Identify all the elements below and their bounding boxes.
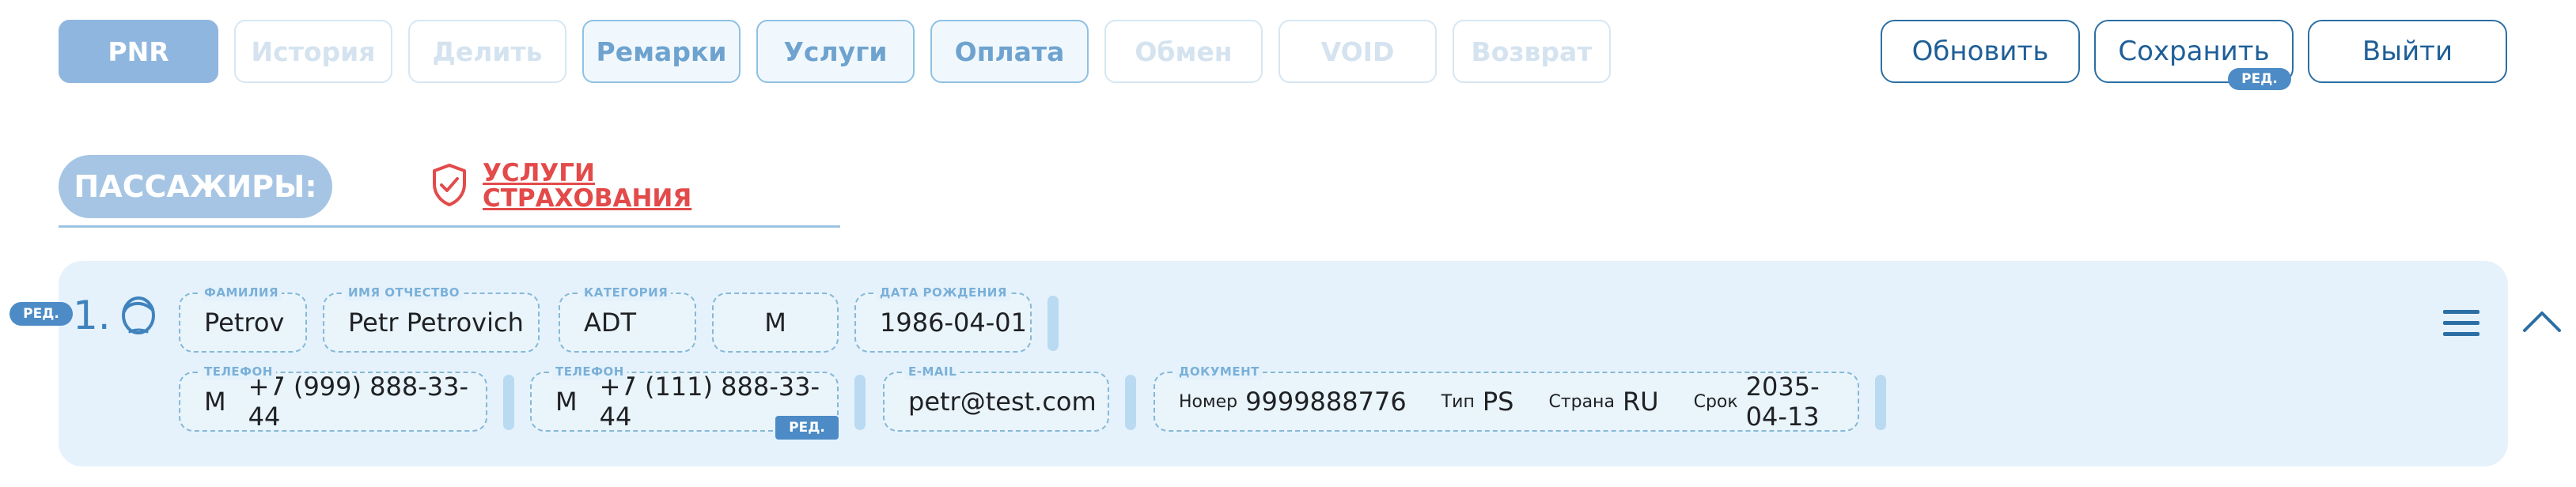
tab-label: Ремарки <box>596 36 727 67</box>
phone1-type: M <box>204 387 226 417</box>
phone1-value: +7 (999) 888-33-44 <box>248 372 469 432</box>
tab-services[interactable]: Услуги <box>756 20 915 83</box>
doc-type-label: Тип <box>1441 391 1475 412</box>
save-edit-badge: РЕД. <box>2228 68 2291 90</box>
row2-separator <box>1875 375 1886 430</box>
tab-label: Возврат <box>1471 36 1593 67</box>
insurance-line2: СТРАХОВАНИЯ <box>483 184 692 213</box>
chevron-up-icon[interactable] <box>2522 310 2562 334</box>
hamburger-menu-icon[interactable] <box>2443 308 2479 338</box>
tab-split[interactable]: Делить <box>408 20 566 83</box>
surname-value: Petrov <box>204 308 285 338</box>
surname-field[interactable]: ФАМИЛИЯ Petrov <box>179 285 307 353</box>
email-value: petr@test.com <box>908 387 1097 417</box>
row2-separator <box>854 375 866 430</box>
category-label: КАТЕГОРИЯ <box>581 285 672 300</box>
name-label: ИМЯ ОТЧЕСТВО <box>345 285 464 300</box>
passengers-title: ПАССАЖИРЫ: <box>59 155 332 218</box>
doc-country: RU <box>1622 387 1659 417</box>
tab-pnr[interactable]: PNR <box>59 20 218 83</box>
insurance-services-link[interactable]: УСЛУГИ СТРАХОВАНИЯ <box>483 160 691 211</box>
tab-label: VOID <box>1320 36 1395 67</box>
tab-label: Обмен <box>1135 36 1233 67</box>
doc-number-label: Номер <box>1179 391 1238 412</box>
document-label: ДОКУМЕНТ <box>1176 364 1263 379</box>
shield-check-icon <box>430 163 468 207</box>
tab-history[interactable]: История <box>234 20 392 83</box>
insurance-line1: УСЛУГИ <box>483 159 595 187</box>
row2-separator <box>503 375 514 430</box>
passenger-edit-badge: РЕД. <box>9 302 73 326</box>
exit-button[interactable]: Выйти <box>2308 20 2507 83</box>
phone1-label: ТЕЛЕФОН <box>201 364 276 379</box>
gender-field[interactable]: M <box>712 293 839 353</box>
phone2-label: ТЕЛЕФОН <box>552 364 627 379</box>
category-field[interactable]: КАТЕГОРИЯ ADT <box>559 285 696 353</box>
passenger-number: 1. <box>73 293 111 338</box>
gender-value: M <box>764 308 786 338</box>
phone2-edit-badge: РЕД. <box>775 416 839 440</box>
header-underline <box>59 225 840 228</box>
tab-label: История <box>251 36 376 67</box>
category-value: ADT <box>584 308 637 338</box>
tab-void[interactable]: VOID <box>1279 20 1437 83</box>
doc-number: 9999888776 <box>1245 387 1407 417</box>
doc-expiry: 2035-04-13 <box>1745 372 1820 432</box>
tab-label: Услуги <box>783 36 888 67</box>
tab-refund[interactable]: Возврат <box>1453 20 1611 83</box>
surname-label: ФАМИЛИЯ <box>201 285 282 300</box>
tab-label: PNR <box>108 36 169 67</box>
name-field[interactable]: ИМЯ ОТЧЕСТВО Petr Petrovich <box>323 285 540 353</box>
dob-value: 1986-04-01 <box>880 308 1027 338</box>
email-label: E-MAIL <box>905 364 960 379</box>
refresh-label: Обновить <box>1911 36 2049 67</box>
document-field[interactable]: ДОКУМЕНТ Номер 9999888776 Тип PS Страна … <box>1154 364 1859 432</box>
tab-exchange[interactable]: Обмен <box>1104 20 1263 83</box>
tab-label: Оплата <box>954 36 1065 67</box>
phone2-type: M <box>555 387 578 417</box>
save-label: Сохранить <box>2118 36 2270 67</box>
tab-label: Делить <box>432 36 543 67</box>
refresh-button[interactable]: Обновить <box>1881 20 2080 83</box>
row1-separator <box>1047 296 1059 351</box>
doc-expiry-label: Срок <box>1693 391 1738 412</box>
doc-country-label: Страна <box>1548 391 1615 412</box>
row2-separator <box>1125 375 1136 430</box>
name-value: Petr Petrovich <box>348 308 524 338</box>
dob-label: ДАТА РОЖДЕНИЯ <box>877 285 1010 300</box>
tab-payment[interactable]: Оплата <box>930 20 1089 83</box>
exit-label: Выйти <box>2362 36 2453 67</box>
tab-remarks[interactable]: Ремарки <box>582 20 741 83</box>
email-field[interactable]: E-MAIL petr@test.com <box>883 364 1109 432</box>
doc-type: PS <box>1482 387 1514 417</box>
person-icon <box>117 293 160 338</box>
dob-field[interactable]: ДАТА РОЖДЕНИЯ 1986-04-01 <box>854 285 1032 353</box>
phone1-field[interactable]: ТЕЛЕФОН M +7 (999) 888-33-44 <box>179 364 487 432</box>
